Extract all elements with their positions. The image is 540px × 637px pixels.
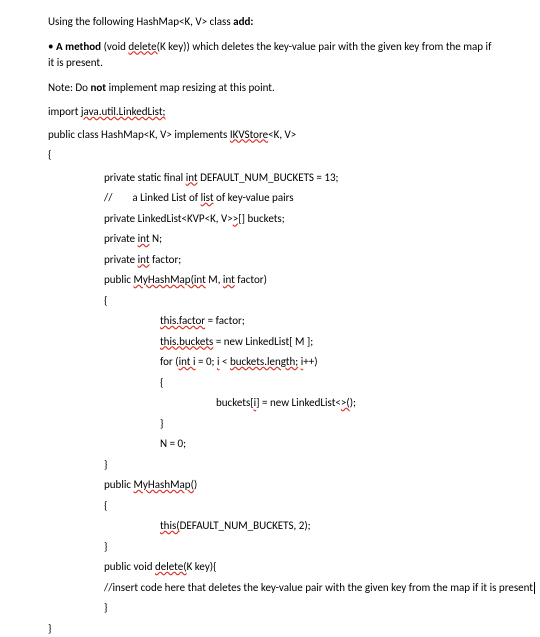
stmt4-prefix: buckets[ bbox=[216, 396, 254, 409]
field4-wavy: int bbox=[138, 232, 150, 245]
class-suffix: <K, V> bbox=[268, 128, 296, 141]
delete-close: } bbox=[48, 600, 492, 617]
method-wavy: delete( bbox=[155, 560, 187, 573]
field-n: private int N; bbox=[48, 231, 492, 248]
note-text: Note: Do not implement map resizing at t… bbox=[48, 80, 492, 97]
stmt2-after: = new LinkedList[ M ]; bbox=[213, 335, 313, 348]
delete-comment: //insert code here that deletes the key-… bbox=[48, 580, 492, 597]
intro-prefix: Using the following HashMap<K, V> class bbox=[48, 15, 233, 28]
field-factor: private int factor; bbox=[48, 252, 492, 269]
method-after: K key){ bbox=[187, 560, 217, 573]
class-prefix: public class HashMap<K, V> implements bbox=[48, 128, 230, 141]
bullet-marker: • bbox=[48, 40, 56, 53]
stmt3-mid2: < bbox=[220, 355, 230, 368]
bullet-wavy: delete( bbox=[128, 40, 160, 53]
field-comment: // a Linked List of list of key-value pa… bbox=[48, 190, 492, 207]
field3-prefix: private LinkedList<KVP<K, V> bbox=[104, 212, 233, 225]
intro-text: Using the following HashMap<K, V> class … bbox=[48, 14, 492, 31]
ctor1-after: factor) bbox=[235, 273, 267, 286]
ctor1-sig: public MyHashMap(int M, int factor) bbox=[48, 272, 492, 289]
field4-after: N; bbox=[150, 232, 163, 245]
stmt1-wavy: this.factor bbox=[160, 314, 205, 327]
stmt3-after: ++) bbox=[303, 355, 317, 368]
stmt-for: for (int i = 0; i < buckets.length; i++) bbox=[48, 354, 492, 371]
ctor1-prefix: public bbox=[104, 273, 134, 286]
field2-wavy: list bbox=[201, 191, 214, 204]
field1-after: DEFAULT_NUM_BUCKETS = 13; bbox=[198, 171, 339, 184]
ctor2-wavy: MyHashMap( bbox=[134, 478, 194, 491]
ctor2-after: ) bbox=[194, 478, 197, 491]
field5-wavy: int bbox=[138, 253, 150, 266]
stmt-bucket-new: buckets[i] = new LinkedList<>(); bbox=[48, 395, 492, 412]
field-buckets: private LinkedList<KVP<K, V>>[] buckets; bbox=[48, 211, 492, 228]
ctor2-stmt-after: DEFAULT_NUM_BUCKETS, 2); bbox=[180, 519, 311, 532]
field2-after: of key-value pairs bbox=[214, 191, 294, 204]
ctor2-sig: public MyHashMap() bbox=[48, 477, 492, 494]
intro-bold: add: bbox=[233, 15, 253, 28]
code-import: import java.util.LinkedList; bbox=[48, 104, 492, 121]
import-wavy: java.util.LinkedList; bbox=[81, 105, 166, 118]
note-bold: not bbox=[90, 81, 106, 94]
stmt-factor: this.factor = factor; bbox=[48, 313, 492, 330]
stmt4-after: ); bbox=[350, 396, 356, 409]
comment-text: //insert code here that deletes the key-… bbox=[104, 581, 533, 594]
stmt2-wavy: this.buckets bbox=[160, 335, 213, 348]
for-open: { bbox=[48, 375, 492, 392]
open-brace: { bbox=[48, 147, 492, 164]
import-prefix: import bbox=[48, 105, 81, 118]
ctor2-stmt-wavy: this( bbox=[160, 519, 180, 532]
stmt3-wavy1: int i bbox=[179, 355, 196, 368]
close-brace: } bbox=[48, 621, 492, 637]
stmt3-wavy3: buckets.length; bbox=[230, 355, 298, 368]
field1-wavy: int bbox=[186, 171, 198, 184]
ctor1-wavy1: MyHashMap(int bbox=[134, 273, 206, 286]
ctor2-open: { bbox=[48, 498, 492, 515]
code-class-decl: public class HashMap<K, V> implements IK… bbox=[48, 127, 492, 144]
bullet-bold: A method bbox=[56, 40, 101, 53]
ctor2-prefix: public bbox=[104, 478, 134, 491]
stmt3-prefix: for ( bbox=[160, 355, 179, 368]
note-prefix: Note: Do bbox=[48, 81, 90, 94]
stmt3-mid1: = 0; bbox=[196, 355, 217, 368]
ctor2-stmt: this(DEFAULT_NUM_BUCKETS, 2); bbox=[48, 518, 492, 535]
field2-prefix: // a Linked List of bbox=[104, 191, 201, 204]
bullet-prefix: (void bbox=[101, 40, 128, 53]
stmt-n: N = 0; bbox=[48, 436, 492, 453]
text-cursor-icon bbox=[534, 582, 535, 594]
delete-sig: public void delete(K key){ bbox=[48, 559, 492, 576]
ctor1-mid: M, bbox=[206, 273, 223, 286]
class-wavy: IKVStore bbox=[230, 128, 268, 141]
ctor1-close: } bbox=[48, 457, 492, 474]
for-close: } bbox=[48, 416, 492, 433]
field3-wavy: >[] bbox=[233, 212, 245, 225]
stmt1-after: = factor; bbox=[205, 314, 245, 327]
method-prefix: public void bbox=[104, 560, 155, 573]
ctor2-close: } bbox=[48, 539, 492, 556]
bullet-text: • A method (void delete(K key)) which de… bbox=[48, 39, 492, 72]
field5-prefix: private bbox=[104, 253, 138, 266]
field5-after: factor; bbox=[150, 253, 182, 266]
stmt4-wavy2: >( bbox=[341, 396, 350, 409]
ctor1-open: { bbox=[48, 293, 492, 310]
ctor1-wavy2: int bbox=[223, 273, 235, 286]
field4-prefix: private bbox=[104, 232, 138, 245]
stmt4-mid: ] = new LinkedList< bbox=[256, 396, 341, 409]
field3-after: buckets; bbox=[245, 212, 285, 225]
note-after: implement map resizing at this point. bbox=[106, 81, 275, 94]
field-buckets-const: private static final int DEFAULT_NUM_BUC… bbox=[48, 170, 492, 187]
field1-prefix: private static final bbox=[104, 171, 186, 184]
stmt-buckets: this.buckets = new LinkedList[ M ]; bbox=[48, 334, 492, 351]
